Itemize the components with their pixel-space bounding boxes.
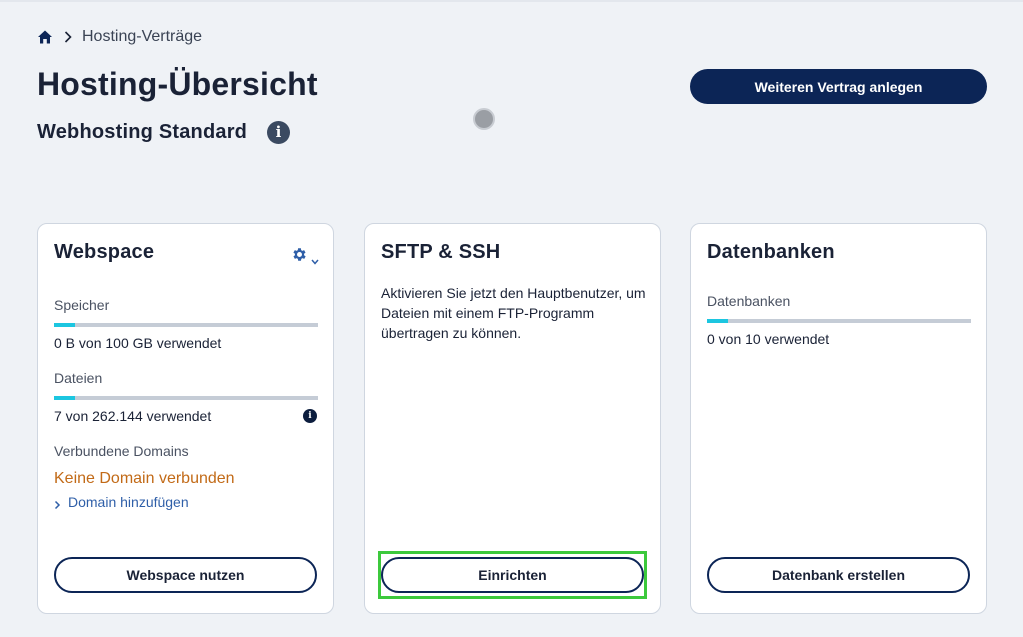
- chevron-right-icon: [54, 497, 61, 510]
- files-label: Dateien: [54, 370, 103, 386]
- storage-progress-fill: [54, 323, 76, 327]
- databases-progress-fill: [707, 319, 729, 323]
- top-divider: [0, 0, 1023, 2]
- webspace-card: Webspace Speicher 0 B von 100 GB verwend…: [37, 223, 334, 614]
- storage-label: Speicher: [54, 297, 110, 313]
- databases-value: 0 von 10 verwendet: [707, 331, 830, 347]
- files-value: 7 von 262.144 verwendet: [54, 408, 212, 424]
- setup-sftp-button[interactable]: Einrichten: [381, 557, 644, 593]
- storage-progress-bar: [54, 323, 318, 327]
- home-icon[interactable]: [37, 29, 53, 45]
- databases-card: Datenbanken Datenbanken 0 von 10 verwend…: [690, 223, 987, 614]
- info-icon[interactable]: i: [267, 121, 290, 144]
- loading-spinner-icon: [473, 108, 495, 130]
- sftp-ssh-card: SFTP & SSH Aktivieren Sie jetzt den Haup…: [364, 223, 661, 614]
- add-contract-button[interactable]: Weiteren Vertrag anlegen: [690, 69, 987, 104]
- files-progress-bar: [54, 396, 318, 400]
- page-title: Hosting-Übersicht: [37, 66, 318, 102]
- no-domain-warning: Keine Domain verbunden: [54, 470, 235, 487]
- breadcrumb: Hosting-Verträge: [37, 27, 202, 47]
- databases-label: Datenbanken: [707, 293, 791, 309]
- add-domain-link[interactable]: Domain hinzufügen: [54, 494, 189, 510]
- contract-name: Webhosting Standard: [37, 121, 248, 143]
- chevron-down-icon: [311, 252, 319, 265]
- chevron-right-icon: [63, 30, 73, 44]
- databases-progress-bar: [707, 319, 971, 323]
- card-title-webspace: Webspace: [54, 241, 155, 263]
- domains-label: Verbundene Domains: [54, 443, 189, 459]
- webspace-settings-menu[interactable]: [291, 246, 319, 265]
- storage-value: 0 B von 100 GB verwendet: [54, 335, 222, 351]
- card-title-sftp-ssh: SFTP & SSH: [381, 241, 501, 263]
- use-webspace-button[interactable]: Webspace nutzen: [54, 557, 317, 593]
- add-domain-label[interactable]: Domain hinzufügen: [68, 494, 189, 510]
- breadcrumb-item-hosting-contracts[interactable]: Hosting-Verträge: [82, 28, 202, 46]
- gear-icon[interactable]: [291, 246, 308, 263]
- files-progress-fill: [54, 396, 76, 400]
- create-database-button[interactable]: Datenbank erstellen: [707, 557, 970, 593]
- sftp-description: Aktivieren Sie jetzt den Hauptbenutzer, …: [381, 285, 646, 341]
- info-icon[interactable]: i: [303, 409, 317, 423]
- card-title-databases: Datenbanken: [707, 241, 835, 263]
